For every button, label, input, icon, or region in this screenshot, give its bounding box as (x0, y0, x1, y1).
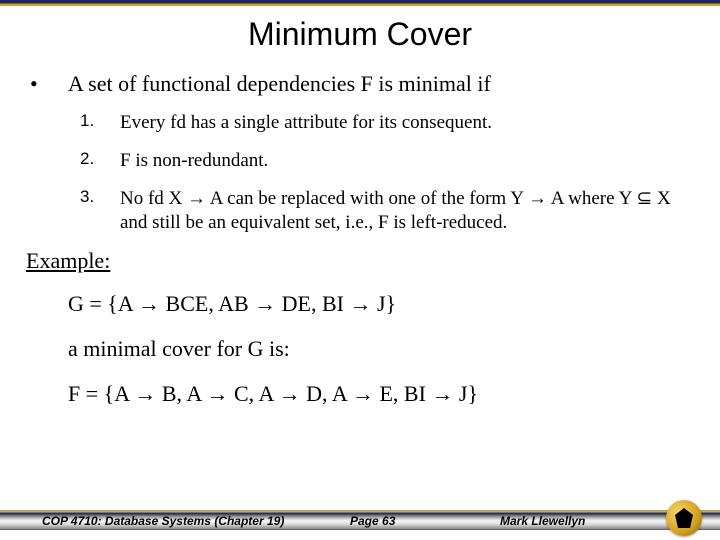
list-text: F is non-redundant. (120, 149, 288, 173)
list-number: 2. (80, 149, 120, 169)
example-mid-text: a minimal cover for G is: (68, 335, 696, 364)
footer-page: Page 63 (350, 514, 395, 528)
footer-author: Mark Llewellyn (500, 514, 585, 528)
list-item: 3. No fd X → A can be replaced with one … (80, 187, 696, 235)
slide-footer: COP 4710: Database Systems (Chapter 19) … (0, 502, 720, 540)
pegasus-icon (674, 508, 694, 528)
list-number: 1. (80, 111, 120, 131)
example-set-f: F = {A → B, A → C, A → D, A → E, BI → J} (68, 380, 696, 409)
example-set-g: G = {A → BCE, AB → DE, BI → J} (68, 290, 696, 319)
list-item: 2. F is non-redundant. (80, 149, 696, 173)
slide-title: Minimum Cover (0, 16, 720, 53)
footer-course: COP 4710: Database Systems (Chapter 19) (42, 514, 284, 528)
numbered-list: 1. Every fd has a single attribute for i… (24, 111, 696, 234)
list-item: 1. Every fd has a single attribute for i… (80, 111, 696, 135)
list-text: No fd X → A can be replaced with one of … (120, 187, 696, 235)
bullet-text: A set of functional dependencies F is mi… (68, 71, 491, 97)
example-heading: Example: (24, 248, 696, 274)
list-text: Every fd has a single attribute for its … (120, 111, 512, 135)
example-body: G = {A → BCE, AB → DE, BI → J} a minimal… (24, 290, 696, 408)
bullet-marker: • (24, 71, 68, 97)
slide-content: • A set of functional dependencies F is … (0, 71, 720, 408)
top-accent-bar (0, 0, 720, 6)
ucf-logo-icon (666, 500, 702, 536)
list-number: 3. (80, 187, 120, 207)
bullet-item: • A set of functional dependencies F is … (24, 71, 696, 97)
